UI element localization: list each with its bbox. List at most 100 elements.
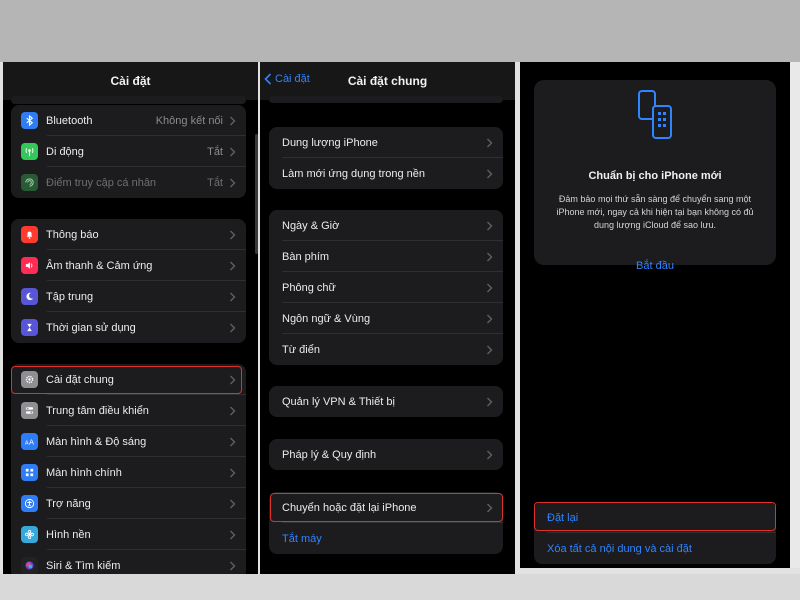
bell-icon <box>21 226 38 243</box>
settings-row-label: Di động <box>46 145 84 158</box>
partial-row-above <box>11 96 246 104</box>
settings-row-fonts[interactable]: Phông chữ <box>269 272 503 303</box>
settings-panel: Cài đặt Bluetooth Không kết nối Di động … <box>3 62 258 574</box>
shutdown-button[interactable]: Tắt máy <box>269 523 503 554</box>
chevron-right-icon <box>487 314 493 323</box>
settings-row-value: Tắt <box>207 145 223 158</box>
legal-group: Pháp lý & Quy định <box>269 439 503 470</box>
partial-row-above <box>269 96 503 103</box>
transfer-reset-panel: Chuẩn bị cho iPhone mới Đảm bảo mọi thứ … <box>520 62 790 568</box>
settings-row-label: Âm thanh & Cảm ứng <box>46 259 153 272</box>
settings-row-vpn[interactable]: Quản lý VPN & Thiết bị <box>269 386 503 417</box>
chevron-right-icon <box>230 292 236 301</box>
bluetooth-icon <box>21 112 38 129</box>
settings-row-value: Không kết nối <box>155 114 223 127</box>
settings-row-bluetooth[interactable]: Bluetooth Không kết nối <box>11 105 246 136</box>
settings-row-legal[interactable]: Pháp lý & Quy định <box>269 439 503 470</box>
settings-row-label: Làm mới ứng dụng trong nền <box>282 167 425 180</box>
erase-all-label: Xóa tất cả nội dung và cài đặt <box>547 542 692 555</box>
shutdown-label: Tắt máy <box>282 532 322 545</box>
hourglass-icon <box>21 319 38 336</box>
moon-icon <box>21 288 38 305</box>
chevron-right-icon <box>487 221 493 230</box>
navigation-bar: Cài đặt Cài đặt chung <box>260 62 515 100</box>
get-started-link[interactable]: Bắt đầu <box>534 260 776 272</box>
chevron-right-icon <box>230 406 236 415</box>
settings-row-label: Thông báo <box>46 228 99 241</box>
settings-row-hotspot[interactable]: Điểm truy cập cá nhân Tắt <box>11 167 246 198</box>
settings-row-label: Siri & Tìm kiếm <box>46 559 121 572</box>
card-description: Đảm bảo mọi thứ sẵn sàng để chuyển sang … <box>556 194 754 230</box>
page-title: Cài đặt <box>110 74 151 88</box>
settings-row-label: Từ điển <box>282 343 320 356</box>
hotspot-icon <box>21 174 38 191</box>
settings-row-cellular[interactable]: Di động Tắt <box>11 136 246 167</box>
navigation-bar: Cài đặt <box>3 62 258 100</box>
antenna-icon <box>21 143 38 160</box>
chevron-right-icon <box>230 178 236 187</box>
settings-row-label: Hình nền <box>46 528 91 541</box>
settings-row-home-screen[interactable]: Màn hình chính <box>11 457 246 488</box>
vpn-group: Quản lý VPN & Thiết bị <box>269 386 503 417</box>
chevron-right-icon <box>487 252 493 261</box>
settings-row-display[interactable]: AA Màn hình & Độ sáng <box>11 426 246 457</box>
chevron-right-icon <box>487 397 493 406</box>
settings-row-notifications[interactable]: Thông báo <box>11 219 246 250</box>
toggles-icon <box>21 402 38 419</box>
settings-row-label: Tập trung <box>46 290 94 303</box>
chevron-right-icon <box>230 147 236 156</box>
settings-row-screen-time[interactable]: Thời gian sử dụng <box>11 312 246 343</box>
settings-row-label: Bluetooth <box>46 114 93 127</box>
text-size-icon: AA <box>21 433 38 450</box>
settings-row-background-refresh[interactable]: Làm mới ứng dụng trong nền <box>269 158 503 189</box>
settings-row-keyboard[interactable]: Bàn phím <box>269 241 503 272</box>
settings-row-value: Tắt <box>207 176 223 189</box>
settings-row-label: Điểm truy cập cá nhân <box>46 176 157 189</box>
settings-row-label: Màn hình chính <box>46 466 122 479</box>
card-title: Chuẩn bị cho iPhone mới <box>588 170 722 182</box>
settings-row-siri[interactable]: Siri & Tìm kiếm <box>11 550 246 574</box>
erase-all-button[interactable]: Xóa tất cả nội dung và cài đặt <box>534 533 776 564</box>
bottom-background <box>0 574 800 600</box>
settings-row-focus[interactable]: Tập trung <box>11 281 246 312</box>
settings-row-label: Màn hình & Độ sáng <box>46 435 147 448</box>
settings-row-label: Trợ năng <box>46 497 91 510</box>
settings-row-general[interactable]: Cài đặt chung <box>11 364 246 395</box>
settings-row-date-time[interactable]: Ngày & Giờ <box>269 210 503 241</box>
settings-row-transfer-reset[interactable]: Chuyển hoặc đặt lại iPhone <box>269 492 503 523</box>
accessibility-icon <box>21 495 38 512</box>
settings-row-sounds[interactable]: Âm thanh & Cảm ứng <box>11 250 246 281</box>
storage-group: Dung lượng iPhone Làm mới ứng dụng trong… <box>269 127 503 189</box>
settings-row-label: Quản lý VPN & Thiết bị <box>282 395 395 408</box>
settings-row-control-center[interactable]: Trung tâm điều khiển <box>11 395 246 426</box>
chevron-right-icon <box>230 561 236 570</box>
settings-row-label: Phông chữ <box>282 281 336 294</box>
settings-row-language-region[interactable]: Ngôn ngữ & Vùng <box>269 303 503 334</box>
settings-row-iphone-storage[interactable]: Dung lượng iPhone <box>269 127 503 158</box>
general-group: Cài đặt chung Trung tâm điều khiển AA Mà… <box>11 364 246 574</box>
chevron-right-icon <box>487 138 493 147</box>
reset-group: Chuyển hoặc đặt lại iPhone Tắt máy <box>269 492 503 554</box>
settings-row-label: Chuyển hoặc đặt lại iPhone <box>282 501 417 514</box>
speaker-icon <box>21 257 38 274</box>
locale-group: Ngày & Giờ Bàn phím Phông chữ Ngôn ngữ &… <box>269 210 503 365</box>
prepare-new-iphone-card: Chuẩn bị cho iPhone mới Đảm bảo mọi thứ … <box>534 80 776 272</box>
settings-row-label: Ngày & Giờ <box>282 219 340 232</box>
page-title: Cài đặt chung <box>347 74 428 88</box>
svg-text:A: A <box>29 438 34 447</box>
settings-row-dictionary[interactable]: Từ điển <box>269 334 503 365</box>
chevron-right-icon <box>230 437 236 446</box>
settings-row-label: Dung lượng iPhone <box>282 136 378 149</box>
settings-row-label: Bàn phím <box>282 250 330 263</box>
settings-row-accessibility[interactable]: Trợ năng <box>11 488 246 519</box>
reset-button[interactable]: Đặt lại <box>534 502 776 533</box>
settings-row-wallpaper[interactable]: Hình nền <box>11 519 246 550</box>
settings-row-label: Pháp lý & Quy định <box>282 448 377 461</box>
scrollbar[interactable] <box>255 134 258 254</box>
chevron-right-icon <box>230 230 236 239</box>
top-background <box>0 0 800 62</box>
general-panel: Cài đặt Cài đặt chung Dung lượng iPhone … <box>260 62 515 574</box>
chevron-right-icon <box>487 503 493 512</box>
right-edge <box>790 62 800 568</box>
settings-row-label: Ngôn ngữ & Vùng <box>282 312 371 325</box>
